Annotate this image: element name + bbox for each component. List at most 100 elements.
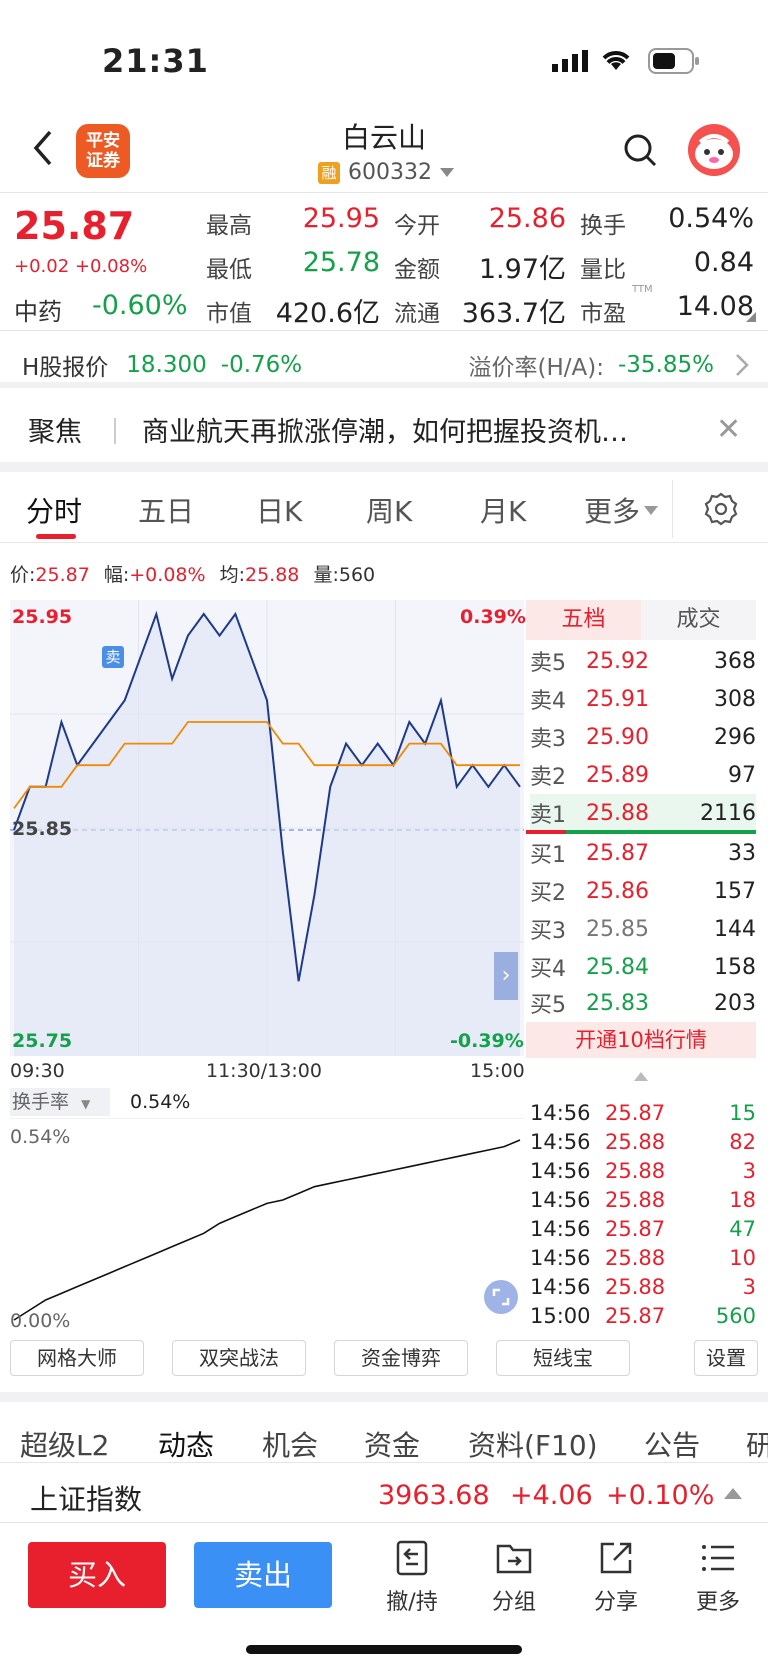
tab-super-l2[interactable]: 超级L2: [20, 1424, 109, 1464]
level-price: 25.83: [586, 990, 649, 1016]
fullscreen-icon[interactable]: [484, 1280, 518, 1314]
tab-weekly-k[interactable]: 周K: [366, 490, 412, 530]
more-button[interactable]: 更多: [678, 1538, 758, 1616]
divider: [0, 382, 768, 388]
trade-time: 14:56: [530, 1245, 591, 1270]
chevron-right-icon[interactable]: ›: [494, 952, 518, 1000]
ask-row[interactable]: 卖3 25.90 296: [530, 718, 756, 756]
trade-time: 15:00: [530, 1303, 591, 1328]
trade-row: 14:56 25.87 47: [530, 1214, 756, 1243]
trade-row: 14:56 25.88 18: [530, 1185, 756, 1214]
more-label: 更多: [695, 1590, 740, 1615]
stat-label: 市值: [206, 301, 252, 327]
info-vol-label: 量:: [313, 564, 339, 586]
level-volume: 33: [728, 840, 756, 866]
tab-intraday[interactable]: 分时: [26, 490, 82, 530]
settings-button[interactable]: 设置: [694, 1340, 758, 1376]
info-avg: 25.88: [245, 564, 300, 586]
sell-marker[interactable]: 卖: [102, 646, 124, 668]
trade-time: 14:56: [530, 1274, 591, 1299]
group-button[interactable]: 分组: [474, 1538, 554, 1616]
chevron-up-icon[interactable]: [634, 1072, 648, 1081]
gear-icon[interactable]: [704, 492, 738, 526]
h-share-label: H股报价: [22, 355, 109, 381]
ask-row[interactable]: 卖2 25.89 97: [530, 756, 756, 794]
trade-volume: 3: [742, 1158, 756, 1183]
stat-label: 今开: [394, 213, 440, 239]
focus-headline[interactable]: 商业航天再掀涨停潮，如何把握投资机…: [142, 410, 628, 449]
x-axis-label: 09:30: [10, 1060, 65, 1082]
share-button[interactable]: 分享: [576, 1538, 656, 1616]
tab-five-day[interactable]: 五日: [138, 490, 194, 530]
stat-value: 1.97亿: [478, 254, 566, 285]
price-change: +0.02 +0.08%: [14, 256, 147, 277]
divider: [114, 418, 116, 444]
stat-value: 14.08: [676, 291, 754, 322]
tab-news[interactable]: 动态: [158, 1424, 214, 1464]
divider: [0, 542, 768, 543]
trade-row: 14:56 25.88 3: [530, 1156, 756, 1185]
sell-button[interactable]: 卖出: [194, 1542, 332, 1608]
bid-row[interactable]: 买2 25.86 157: [530, 872, 756, 910]
bid-row[interactable]: 买3 25.85 144: [530, 910, 756, 948]
expand-corner-icon[interactable]: [746, 312, 756, 322]
turnover-chart[interactable]: [10, 1118, 524, 1328]
index-name[interactable]: 上证指数: [30, 1478, 142, 1518]
level-label: 卖5: [530, 651, 566, 676]
tab-capital[interactable]: 资金: [364, 1424, 420, 1464]
ask-row[interactable]: 卖4 25.91 308: [530, 680, 756, 718]
ask-row[interactable]: 卖5 25.92 368: [530, 642, 756, 680]
index-value: 3963.68: [378, 1480, 490, 1511]
capital-game-button[interactable]: 资金博弈: [334, 1340, 468, 1376]
level-volume: 2116: [700, 800, 756, 826]
tab-opportunities[interactable]: 机会: [262, 1424, 318, 1464]
bid-row[interactable]: 买4 25.84 158: [530, 948, 756, 986]
sector-name[interactable]: 中药: [14, 292, 62, 327]
bid-row[interactable]: 买1 25.87 33: [530, 834, 756, 872]
intraday-chart[interactable]: [10, 600, 524, 1056]
x-axis-label: 15:00: [470, 1060, 525, 1082]
level-label: 买4: [530, 957, 566, 982]
tab-five-levels[interactable]: 五档: [526, 600, 641, 640]
tab-trades[interactable]: 成交: [641, 600, 756, 640]
cancel-hold-button[interactable]: 撤/持: [372, 1538, 452, 1616]
grid-master-button[interactable]: 网格大师: [10, 1340, 144, 1376]
level-price: 25.87: [586, 840, 649, 866]
chevron-up-icon[interactable]: [724, 1488, 742, 1499]
level-label: 买3: [530, 919, 566, 944]
stat-value: 0.84: [693, 247, 754, 278]
search-icon[interactable]: [622, 132, 658, 168]
indicator-selector[interactable]: 换手率 ▼: [10, 1088, 110, 1116]
double-break-button[interactable]: 双突战法: [172, 1340, 306, 1376]
short-term-button[interactable]: 短线宝: [496, 1340, 630, 1376]
unlock-level10-button[interactable]: 开通10档行情: [526, 1022, 756, 1058]
tab-daily-k[interactable]: 日K: [256, 490, 302, 530]
tab-f10[interactable]: 资料(F10): [468, 1424, 598, 1464]
trade-row: 14:56 25.87 15: [530, 1098, 756, 1127]
h-share-row[interactable]: H股报价 18.300 -0.76% 溢价率(H/A): -35.85%: [22, 348, 752, 382]
tab-monthly-k[interactable]: 月K: [480, 490, 526, 530]
close-icon[interactable]: ✕: [716, 412, 741, 447]
cancel-hold-label: 撤/持: [386, 1590, 438, 1615]
stat-label: 最高: [206, 213, 252, 239]
trade-price: 25.88: [605, 1158, 666, 1183]
stat-value: 25.86: [488, 203, 566, 234]
tab-more[interactable]: 更多: [584, 490, 659, 530]
stat-label: 最低: [206, 257, 252, 283]
indicator-label: 换手率: [12, 1091, 70, 1113]
trade-volume: 10: [729, 1245, 756, 1270]
indicator-value: 0.54%: [130, 1091, 191, 1113]
bid-row[interactable]: 买5 25.83 203: [530, 984, 756, 1022]
stock-code-selector[interactable]: 融 600332: [318, 160, 454, 185]
tab-more-label: 更多: [584, 495, 641, 528]
tab-research[interactable]: 研: [746, 1424, 768, 1464]
ask-row-best[interactable]: 卖1 25.88 2116: [530, 794, 756, 832]
buy-button[interactable]: 买入: [28, 1542, 166, 1608]
tab-announcements[interactable]: 公告: [644, 1424, 700, 1464]
trade-row: 15:00 25.87 560: [530, 1301, 756, 1330]
avatar[interactable]: [688, 124, 740, 176]
trade-volume: 47: [729, 1216, 756, 1241]
trade-volume: 15: [729, 1100, 756, 1125]
trade-row: 14:56 25.88 3: [530, 1272, 756, 1301]
y-axis-top-label: 25.95: [12, 606, 73, 628]
